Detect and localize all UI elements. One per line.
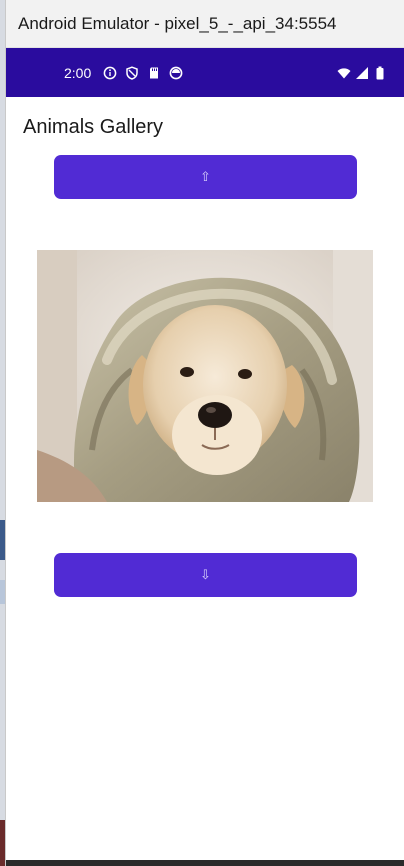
page-title: Animals Gallery xyxy=(23,116,164,138)
next-image-button[interactable]: ⇩ xyxy=(54,553,357,597)
status-left-group: 2:00 xyxy=(64,48,183,97)
puppy-photo xyxy=(37,250,373,502)
info-icon xyxy=(103,66,117,80)
app-content: Animals Gallery ⇧ ⇩ xyxy=(6,97,404,866)
shield-icon xyxy=(125,65,139,80)
android-status-bar: 2:00 xyxy=(6,48,404,97)
status-right-group xyxy=(337,48,387,97)
window-title: Android Emulator - pixel_5_-_api_34:5554 xyxy=(18,13,337,33)
battery-icon xyxy=(373,66,387,80)
emulator-window: Android Emulator - pixel_5_-_api_34:5554… xyxy=(5,0,404,866)
previous-image-button[interactable]: ⇧ xyxy=(54,155,357,199)
window-titlebar[interactable]: Android Emulator - pixel_5_-_api_34:5554 xyxy=(6,0,404,48)
circle-icon xyxy=(169,66,183,80)
sd-card-icon xyxy=(147,66,161,80)
window-bottom-edge xyxy=(6,860,404,866)
signal-icon xyxy=(355,66,369,80)
wifi-icon xyxy=(337,66,351,80)
status-time: 2:00 xyxy=(64,64,92,81)
up-arrow-icon: ⇧ xyxy=(200,169,211,184)
down-arrow-icon: ⇩ xyxy=(200,567,211,582)
